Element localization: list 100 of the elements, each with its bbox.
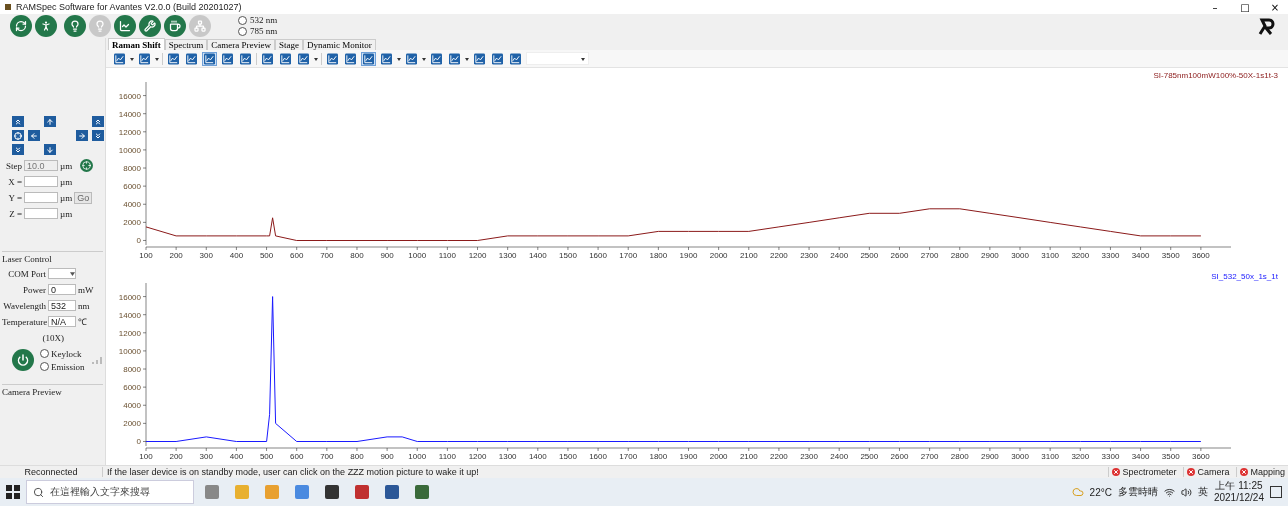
stage-center-button[interactable] xyxy=(80,159,94,172)
tick-label: 3400 xyxy=(1131,251,1150,260)
coordinate-field[interactable] xyxy=(24,192,58,203)
tick-label: 200 xyxy=(169,251,183,260)
coordinate-field[interactable] xyxy=(24,208,58,219)
note-label: (10X) xyxy=(41,332,64,343)
tick-label: 10000 xyxy=(118,145,141,155)
stage-move-button[interactable] xyxy=(44,144,56,155)
tick-label: 0 xyxy=(136,437,141,447)
caret-icon[interactable] xyxy=(130,56,134,61)
clock[interactable]: 上午 11:25 2021/12/24 xyxy=(1213,480,1264,504)
toolbar-button[interactable] xyxy=(220,51,235,66)
start-icon[interactable] xyxy=(6,485,20,499)
wavelength-radio[interactable]: 532 nm xyxy=(238,15,278,26)
tick-label: 1800 xyxy=(649,251,668,260)
main-tool-button[interactable] xyxy=(164,15,186,37)
toolbar-button[interactable] xyxy=(404,51,419,66)
caret-icon[interactable] xyxy=(422,56,426,61)
toolbar-button[interactable] xyxy=(296,51,311,66)
toolbar-button[interactable] xyxy=(184,51,199,66)
coordinate-field[interactable] xyxy=(24,176,58,187)
tick-label: 1300 xyxy=(498,251,517,260)
power-field[interactable]: 0 xyxy=(48,284,76,295)
toolbar-button[interactable] xyxy=(260,51,275,66)
toolbar-button[interactable] xyxy=(137,51,152,66)
tick-label: 1400 xyxy=(528,251,547,260)
tick-label: 3600 xyxy=(1191,452,1210,461)
search-field[interactable]: 在這裡輸入文字來搜尋 xyxy=(26,480,194,504)
double-up-arrow-icon xyxy=(94,117,102,126)
tick-label: 3300 xyxy=(1101,251,1120,260)
stage-move-button[interactable] xyxy=(12,130,24,141)
tick-label: 2000 xyxy=(123,218,141,228)
window-control-button[interactable]: – xyxy=(1202,0,1228,14)
unit-label: mW xyxy=(78,284,94,295)
language-indicator[interactable]: 英 xyxy=(1197,485,1208,499)
tick-label: 500 xyxy=(259,251,274,260)
toolbar-button[interactable] xyxy=(447,51,462,66)
toolbar-button[interactable] xyxy=(490,51,505,66)
toolbar-button[interactable] xyxy=(472,51,487,66)
window-control-button[interactable]: × xyxy=(1262,0,1288,14)
crosshair-icon xyxy=(82,161,92,170)
series-label: SI-785nm100mW100%-50X-1s1t-3 xyxy=(1153,71,1278,80)
main-tool-button[interactable] xyxy=(114,15,136,37)
toolbar-button[interactable] xyxy=(429,51,444,66)
tick-label: 1500 xyxy=(559,452,577,461)
tick-label: 2800 xyxy=(950,452,969,461)
coffee-cup-icon xyxy=(169,20,181,32)
toolbar-button[interactable] xyxy=(238,51,253,66)
main-tool-button[interactable] xyxy=(64,15,86,37)
caret-icon[interactable] xyxy=(314,56,318,61)
stage-move-button[interactable] xyxy=(44,116,56,127)
tick-label: 6000 xyxy=(123,383,141,393)
toolbar-button[interactable] xyxy=(379,51,394,66)
tick-label: 2700 xyxy=(920,452,939,461)
tab[interactable]: Raman Shift xyxy=(108,38,165,50)
toolbar-button[interactable] xyxy=(508,51,523,66)
field-label: X = xyxy=(7,176,22,187)
tick-label: 2000 xyxy=(123,419,141,429)
tick-label: 1000 xyxy=(408,251,427,260)
main-tool-button[interactable] xyxy=(10,15,32,37)
stage-move-button[interactable] xyxy=(92,130,104,141)
laser-power-button[interactable] xyxy=(12,349,34,371)
wavelength-radio[interactable]: 785 nm xyxy=(238,26,278,37)
group-title: Laser Control xyxy=(2,254,53,264)
tick-label: 8000 xyxy=(123,164,141,174)
window-control-button[interactable]: □ xyxy=(1232,0,1258,14)
tick-label: 2300 xyxy=(800,251,818,260)
tick-label: 700 xyxy=(320,251,334,260)
toolbar-button[interactable] xyxy=(112,51,127,66)
caret-icon[interactable] xyxy=(155,56,159,61)
person-icon xyxy=(40,20,52,32)
search-placeholder: 在這裡輸入文字來搜尋 xyxy=(50,485,150,499)
toolbar-button[interactable] xyxy=(361,51,376,66)
tools-icon xyxy=(144,20,156,32)
caret-icon[interactable] xyxy=(397,56,401,61)
indicator-label: Emission xyxy=(51,361,85,372)
tick-label: 2000 xyxy=(709,251,728,260)
main-tool-button[interactable] xyxy=(139,15,161,37)
device-status: Camera xyxy=(1183,467,1233,477)
stage-move-button[interactable] xyxy=(12,144,24,155)
stage-move-button[interactable] xyxy=(12,116,24,127)
toolbar-button[interactable] xyxy=(166,51,181,66)
stage-move-button[interactable] xyxy=(76,130,88,141)
lightbulb-icon xyxy=(69,20,81,32)
toolbar-button[interactable] xyxy=(325,51,340,66)
up-arrow-icon xyxy=(46,117,54,126)
field-label: Z = xyxy=(8,208,22,219)
volume-icon[interactable] xyxy=(1180,486,1192,498)
notification-icon[interactable] xyxy=(1270,486,1282,498)
network-icon[interactable] xyxy=(1163,486,1175,498)
stage-move-button[interactable] xyxy=(28,130,40,141)
caret-icon[interactable] xyxy=(465,56,469,61)
toolbar-button[interactable] xyxy=(343,51,358,66)
double-up-arrow-icon xyxy=(14,117,22,126)
main-tool-button[interactable] xyxy=(35,15,57,37)
com-port-dropdown[interactable] xyxy=(48,268,76,279)
toolbar-button[interactable] xyxy=(202,51,217,66)
tick-label: 3000 xyxy=(1011,251,1029,260)
toolbar-button[interactable] xyxy=(278,51,293,66)
stage-move-button[interactable] xyxy=(92,116,104,127)
